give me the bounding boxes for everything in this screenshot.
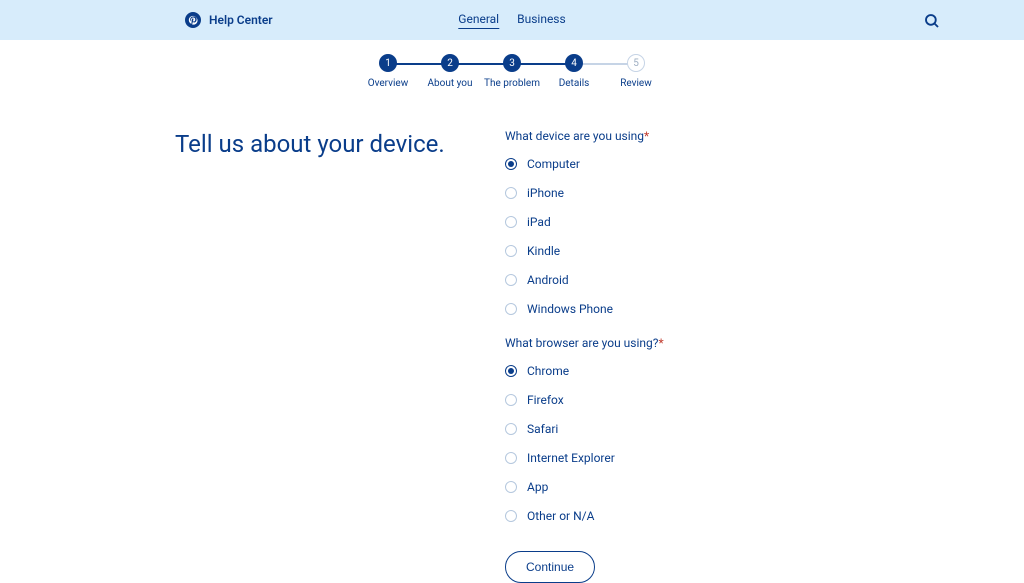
device-option[interactable]: Android [505, 273, 1024, 287]
radio-icon [505, 394, 517, 406]
browser-option-label: App [527, 480, 548, 494]
browser-option[interactable]: Chrome [505, 364, 1024, 378]
header-bar: Help Center General Business [0, 0, 1024, 40]
browser-option-label: Chrome [527, 364, 569, 378]
device-option-label: iPad [527, 215, 551, 229]
browser-option[interactable]: Firefox [505, 393, 1024, 407]
browser-option-label: Safari [527, 422, 558, 436]
radio-icon [505, 481, 517, 493]
step-review: 5 Review [605, 54, 667, 89]
device-option-label: Kindle [527, 244, 560, 258]
radio-icon [505, 423, 517, 435]
device-option[interactable]: Computer [505, 157, 1024, 171]
browser-option[interactable]: Internet Explorer [505, 451, 1024, 465]
header-tabs: General Business [458, 12, 565, 29]
radio-icon [505, 452, 517, 464]
step-about-you[interactable]: 2 About you [419, 54, 481, 89]
radio-icon [505, 245, 517, 257]
browser-option[interactable]: Safari [505, 422, 1024, 436]
radio-icon [505, 274, 517, 286]
radio-icon [505, 187, 517, 199]
step-the-problem[interactable]: 3 The problem [481, 54, 543, 89]
device-option[interactable]: iPad [505, 215, 1024, 229]
device-option-label: Windows Phone [527, 302, 613, 316]
brand-label: Help Center [209, 13, 273, 27]
device-option[interactable]: Windows Phone [505, 302, 1024, 316]
page-heading: Tell us about your device. [175, 129, 500, 160]
radio-icon [505, 365, 517, 377]
radio-icon [505, 158, 517, 170]
browser-option-label: Other or N/A [527, 509, 594, 523]
device-option[interactable]: Kindle [505, 244, 1024, 258]
device-option-label: Computer [527, 157, 580, 171]
tab-general[interactable]: General [458, 12, 499, 29]
device-option-label: Android [527, 273, 569, 287]
main-content: Tell us about your device. What device a… [0, 89, 1024, 583]
pinterest-icon [185, 12, 201, 28]
browser-option-label: Firefox [527, 393, 564, 407]
form-column: What device are you using* Computer iPhon… [500, 129, 1024, 583]
required-mark: * [644, 129, 649, 143]
left-column: Tell us about your device. [0, 129, 500, 583]
step-details[interactable]: 4 Details [543, 54, 605, 89]
device-question: What device are you using* [505, 129, 1024, 143]
brand[interactable]: Help Center [185, 12, 273, 28]
browser-option[interactable]: App [505, 480, 1024, 494]
continue-button[interactable]: Continue [505, 551, 595, 583]
device-radio-group: Computer iPhone iPad Kindle Android Windows P… [505, 157, 1024, 316]
progress-stepper: 1 Overview 2 About you 3 The problem 4 D… [0, 54, 1024, 89]
required-mark: * [658, 336, 663, 350]
tab-business[interactable]: Business [517, 12, 566, 29]
radio-icon [505, 216, 517, 228]
browser-option-label: Internet Explorer [527, 451, 615, 465]
browser-option[interactable]: Other or N/A [505, 509, 1024, 523]
step-overview[interactable]: 1 Overview [357, 54, 419, 89]
browser-radio-group: Chrome Firefox Safari Internet Explorer App O… [505, 364, 1024, 523]
browser-question: What browser are you using?* [505, 336, 1024, 350]
radio-icon [505, 510, 517, 522]
device-option[interactable]: iPhone [505, 186, 1024, 200]
radio-icon [505, 303, 517, 315]
search-icon[interactable] [923, 12, 939, 28]
device-option-label: iPhone [527, 186, 564, 200]
